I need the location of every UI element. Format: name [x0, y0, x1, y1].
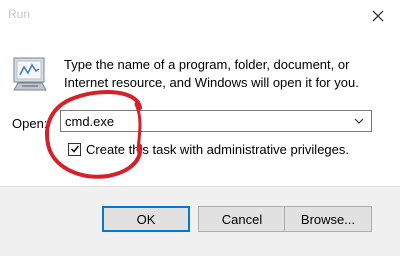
close-button[interactable]: [364, 4, 392, 28]
dropdown-button[interactable]: [353, 115, 365, 127]
checkmark-icon: [70, 145, 79, 153]
run-dialog-icon: [12, 56, 48, 96]
admin-checkbox-label[interactable]: Create this task with administrative pri…: [86, 142, 349, 157]
admin-option[interactable]: Create this task with administrative pri…: [68, 140, 349, 158]
close-icon: [372, 10, 384, 22]
admin-checkbox[interactable]: [68, 142, 81, 156]
open-input[interactable]: [65, 112, 345, 130]
cancel-button[interactable]: Cancel: [198, 206, 286, 232]
browse-button[interactable]: Browse...: [284, 206, 372, 232]
chevron-down-icon: [354, 118, 364, 124]
ok-button[interactable]: OK: [102, 206, 190, 232]
open-combobox[interactable]: [60, 110, 372, 132]
title-bar[interactable]: Run: [0, 0, 400, 30]
run-description: Type the name of a program, folder, docu…: [64, 57, 359, 90]
open-label: Open:: [12, 116, 48, 131]
run-dialog: Run Type the name of a program, folder, …: [0, 0, 400, 256]
window-title: Run: [8, 7, 31, 21]
